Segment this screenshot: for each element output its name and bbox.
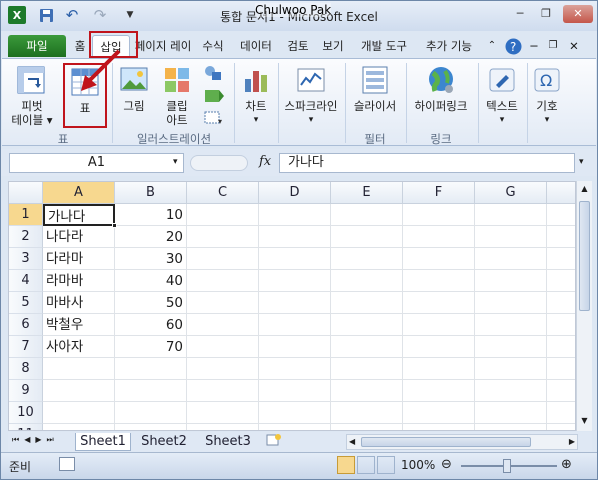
row-header-8[interactable]: 8 [9,358,43,380]
name-box[interactable]: A1 [9,153,184,173]
row-header-11[interactable]: 11 [9,424,43,430]
row-header-2[interactable]: 2 [9,226,43,248]
page-layout-view-icon[interactable] [357,456,375,474]
row-header-3[interactable]: 3 [9,248,43,270]
zoom-in-icon[interactable]: ⊕ [561,457,572,472]
row-header-5[interactable]: 5 [9,292,43,314]
column-header-E[interactable]: E [331,182,403,204]
formula-expand-icon[interactable]: ▾ [579,157,584,167]
select-all-corner[interactable] [9,182,43,204]
cell-A5[interactable]: 마바사 [43,292,115,314]
status-bar: 준비 100% ⊖ ⊕ [1,452,597,479]
hscroll-thumb[interactable] [361,437,531,447]
excel-window: X ↶ ↷ ▼ 통합 문서1 - Microsoft Excel Chulwoo… [0,0,598,480]
zoom-slider-thumb[interactable] [503,459,511,473]
sheet-nav-icons[interactable]: ⏮◀▶⏭ [12,435,59,445]
page-break-view-icon[interactable] [377,456,395,474]
cell-B5[interactable]: 50 [115,292,187,314]
zoom-level[interactable]: 100% [401,458,435,472]
row-header-10[interactable]: 10 [9,402,43,424]
cell-A2[interactable]: 나다라 [43,226,115,248]
cell-A6[interactable]: 박철우 [43,314,115,336]
row-header-4[interactable]: 4 [9,270,43,292]
column-headers: A B C D E F G [9,182,575,204]
fx-icon[interactable]: fx [259,154,271,169]
formula-expand-slider[interactable] [190,155,248,171]
column-header-F[interactable]: F [403,182,475,204]
fill-handle[interactable] [112,223,117,228]
scroll-left-icon[interactable]: ◀ [349,435,355,449]
cell-A4[interactable]: 라마바 [43,270,115,292]
column-header-A[interactable]: A [43,182,115,204]
worksheet-grid[interactable]: A B C D E F G 1 2 3 4 5 6 7 8 9 10 11 가나… [8,181,576,431]
column-header-H[interactable] [547,182,575,204]
scroll-down-icon[interactable]: ▼ [578,414,591,428]
column-header-D[interactable]: D [259,182,331,204]
cell-B7[interactable]: 70 [115,336,187,358]
cell-A1[interactable]: 가나다 [43,204,115,226]
insert-sheet-icon[interactable] [263,433,285,451]
cell-A7[interactable]: 사아자 [43,336,115,358]
cell-B1[interactable]: 10 [115,204,187,226]
row-header-7[interactable]: 7 [9,336,43,358]
cell-B6[interactable]: 60 [115,314,187,336]
scroll-thumb[interactable] [579,201,590,311]
cell-B3[interactable]: 30 [115,248,187,270]
status-ready: 준비 [9,460,32,474]
column-header-G[interactable]: G [475,182,547,204]
cell-A3[interactable]: 다라마 [43,248,115,270]
formula-input[interactable]: 가나다 [279,153,575,173]
sheet-tab-2[interactable]: Sheet2 [134,433,194,451]
cell-B4[interactable]: 40 [115,270,187,292]
formula-bar: A1 ▾ fx 가나다 ▾ [1,149,597,176]
horizontal-scrollbar[interactable]: ◀ ▶ [346,434,578,450]
scroll-right-icon[interactable]: ▶ [569,435,575,449]
sheet-tab-bar: ⏮◀▶⏭ Sheet1 Sheet2 Sheet3 ◀ ▶ [8,432,592,452]
row-header-1[interactable]: 1 [9,204,43,226]
row-header-9[interactable]: 9 [9,380,43,402]
sheet-tab-3[interactable]: Sheet3 [198,433,258,451]
scroll-up-icon[interactable]: ▲ [578,182,591,196]
sheet-tab-1[interactable]: Sheet1 [75,433,131,451]
vertical-scrollbar[interactable]: ▲ ▼ [576,181,592,431]
cell-B2[interactable]: 20 [115,226,187,248]
row-header-6[interactable]: 6 [9,314,43,336]
macro-record-icon[interactable] [59,457,75,471]
column-header-C[interactable]: C [187,182,259,204]
name-box-dropdown-icon[interactable]: ▾ [173,157,178,167]
column-header-B[interactable]: B [115,182,187,204]
zoom-out-icon[interactable]: ⊖ [441,457,452,472]
normal-view-icon[interactable] [337,456,355,474]
